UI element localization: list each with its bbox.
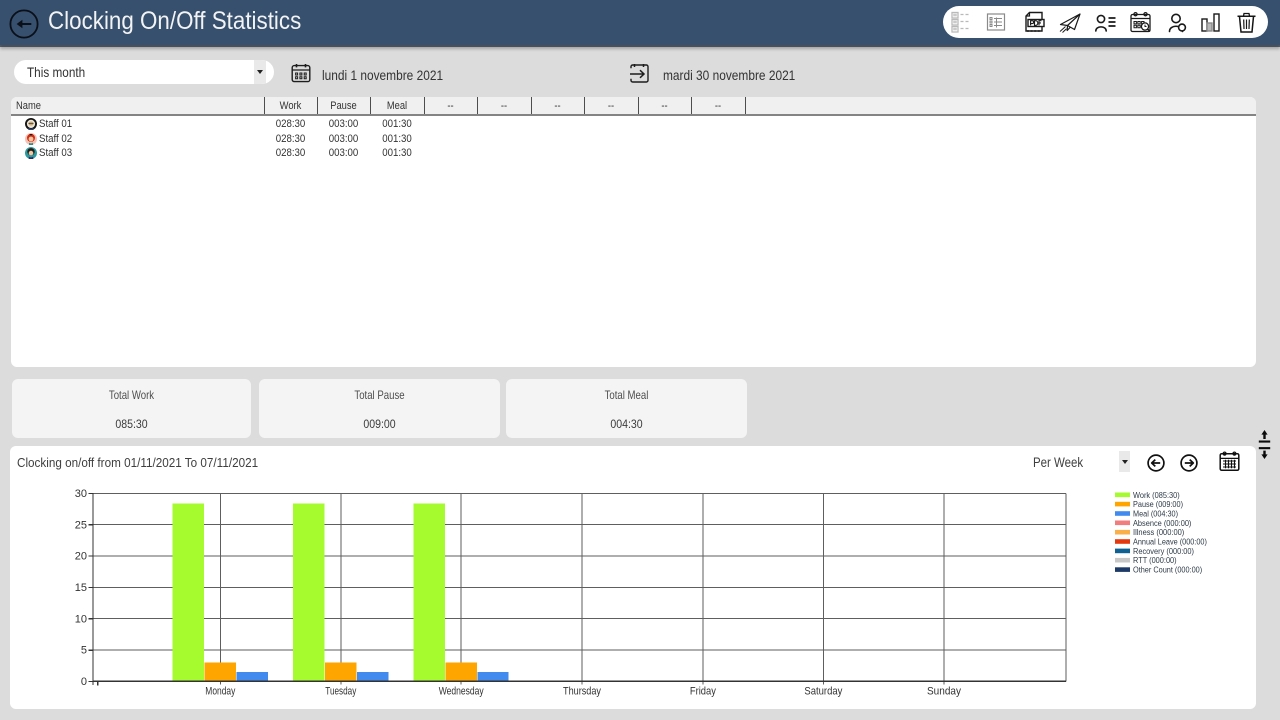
svg-text:Wednesday: Wednesday bbox=[439, 686, 484, 698]
svg-text:Pause (009:00): Pause (009:00) bbox=[1133, 500, 1183, 509]
svg-text:15: 15 bbox=[75, 582, 87, 594]
svg-text:Illness (000:00): Illness (000:00) bbox=[1133, 528, 1185, 537]
svg-text:Thursday: Thursday bbox=[563, 686, 601, 698]
svg-text:Sunday: Sunday bbox=[927, 686, 961, 698]
svg-text:Tuesday: Tuesday bbox=[325, 686, 356, 698]
svg-text:Meal (004:30): Meal (004:30) bbox=[1133, 510, 1178, 519]
svg-text:0: 0 bbox=[81, 676, 87, 688]
svg-text:Work (085:30): Work (085:30) bbox=[1133, 491, 1180, 500]
svg-text:Other Count (000:00): Other Count (000:00) bbox=[1133, 566, 1202, 575]
svg-text:25: 25 bbox=[75, 519, 87, 531]
svg-text:20: 20 bbox=[75, 551, 87, 563]
svg-text:Saturday: Saturday bbox=[804, 686, 842, 698]
svg-text:10: 10 bbox=[75, 613, 87, 625]
svg-text:RTT (000:00): RTT (000:00) bbox=[1133, 556, 1177, 565]
svg-text:Friday: Friday bbox=[690, 686, 716, 698]
svg-text:Recovery (000:00): Recovery (000:00) bbox=[1133, 547, 1194, 556]
svg-text:Monday: Monday bbox=[205, 686, 235, 698]
svg-text:Absence (000:00): Absence (000:00) bbox=[1133, 519, 1192, 528]
svg-text:5: 5 bbox=[81, 645, 87, 657]
svg-text:Annual Leave (000:00): Annual Leave (000:00) bbox=[1133, 538, 1207, 547]
svg-text:30: 30 bbox=[75, 488, 87, 500]
